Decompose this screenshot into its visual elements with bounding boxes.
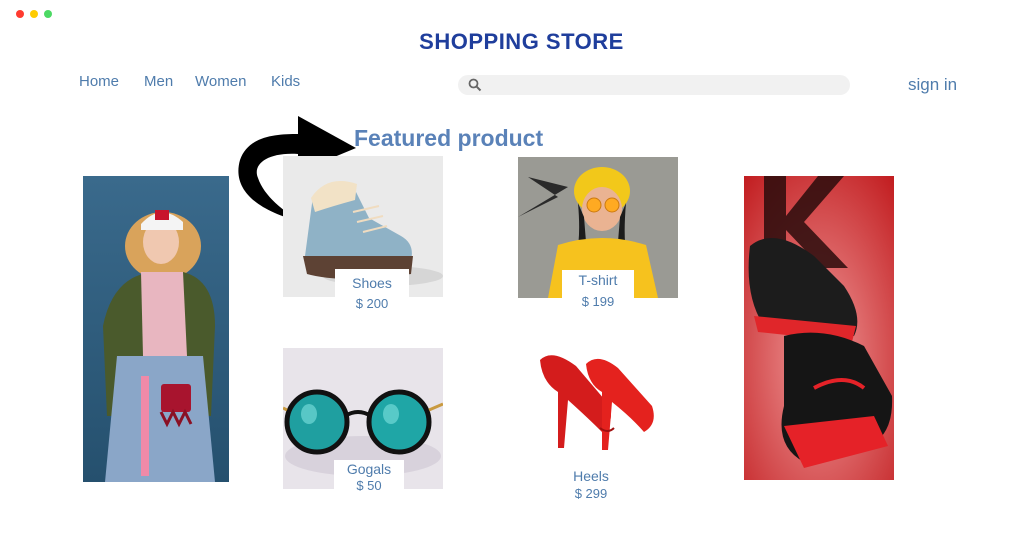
product-shoes-card[interactable]: Shoes $ 200	[335, 269, 409, 314]
product-heels-name: Heels	[573, 468, 609, 484]
product-heels-card[interactable]: Heels $ 299	[564, 468, 618, 504]
search-icon	[468, 78, 482, 92]
fashion-model-photo[interactable]	[83, 176, 229, 482]
window-close-dot[interactable]	[16, 10, 24, 18]
nav-home[interactable]: Home	[79, 73, 119, 90]
nav-women[interactable]: Women	[195, 73, 246, 90]
product-tshirt-name: T-shirt	[578, 272, 618, 288]
nav-kids[interactable]: Kids	[271, 73, 300, 90]
product-gogals-price: $ 50	[356, 478, 382, 493]
product-tshirt-price: $ 199	[581, 294, 615, 309]
store-title: SHOPPING STORE	[419, 29, 624, 54]
sneaker-photo[interactable]	[744, 176, 894, 480]
window-maximize-dot[interactable]	[44, 10, 52, 18]
product-shoes-name: Shoes	[352, 275, 392, 291]
product-gogals-card[interactable]: Gogals $ 50	[334, 460, 404, 496]
product-heels-price: $ 299	[574, 486, 608, 501]
nav-men[interactable]: Men	[144, 73, 173, 90]
window-minimize-dot[interactable]	[30, 10, 38, 18]
product-heels-photo[interactable]	[518, 328, 678, 469]
search-bar[interactable]	[458, 75, 850, 96]
featured-heading: Featured product	[354, 125, 544, 151]
product-shoes-price: $ 200	[355, 296, 389, 311]
product-gogals-name: Gogals	[346, 461, 392, 477]
product-tshirt-card[interactable]: T-shirt $ 199	[562, 270, 634, 312]
search-input[interactable]	[486, 76, 840, 96]
sign-in-link[interactable]: sign in	[908, 75, 957, 95]
